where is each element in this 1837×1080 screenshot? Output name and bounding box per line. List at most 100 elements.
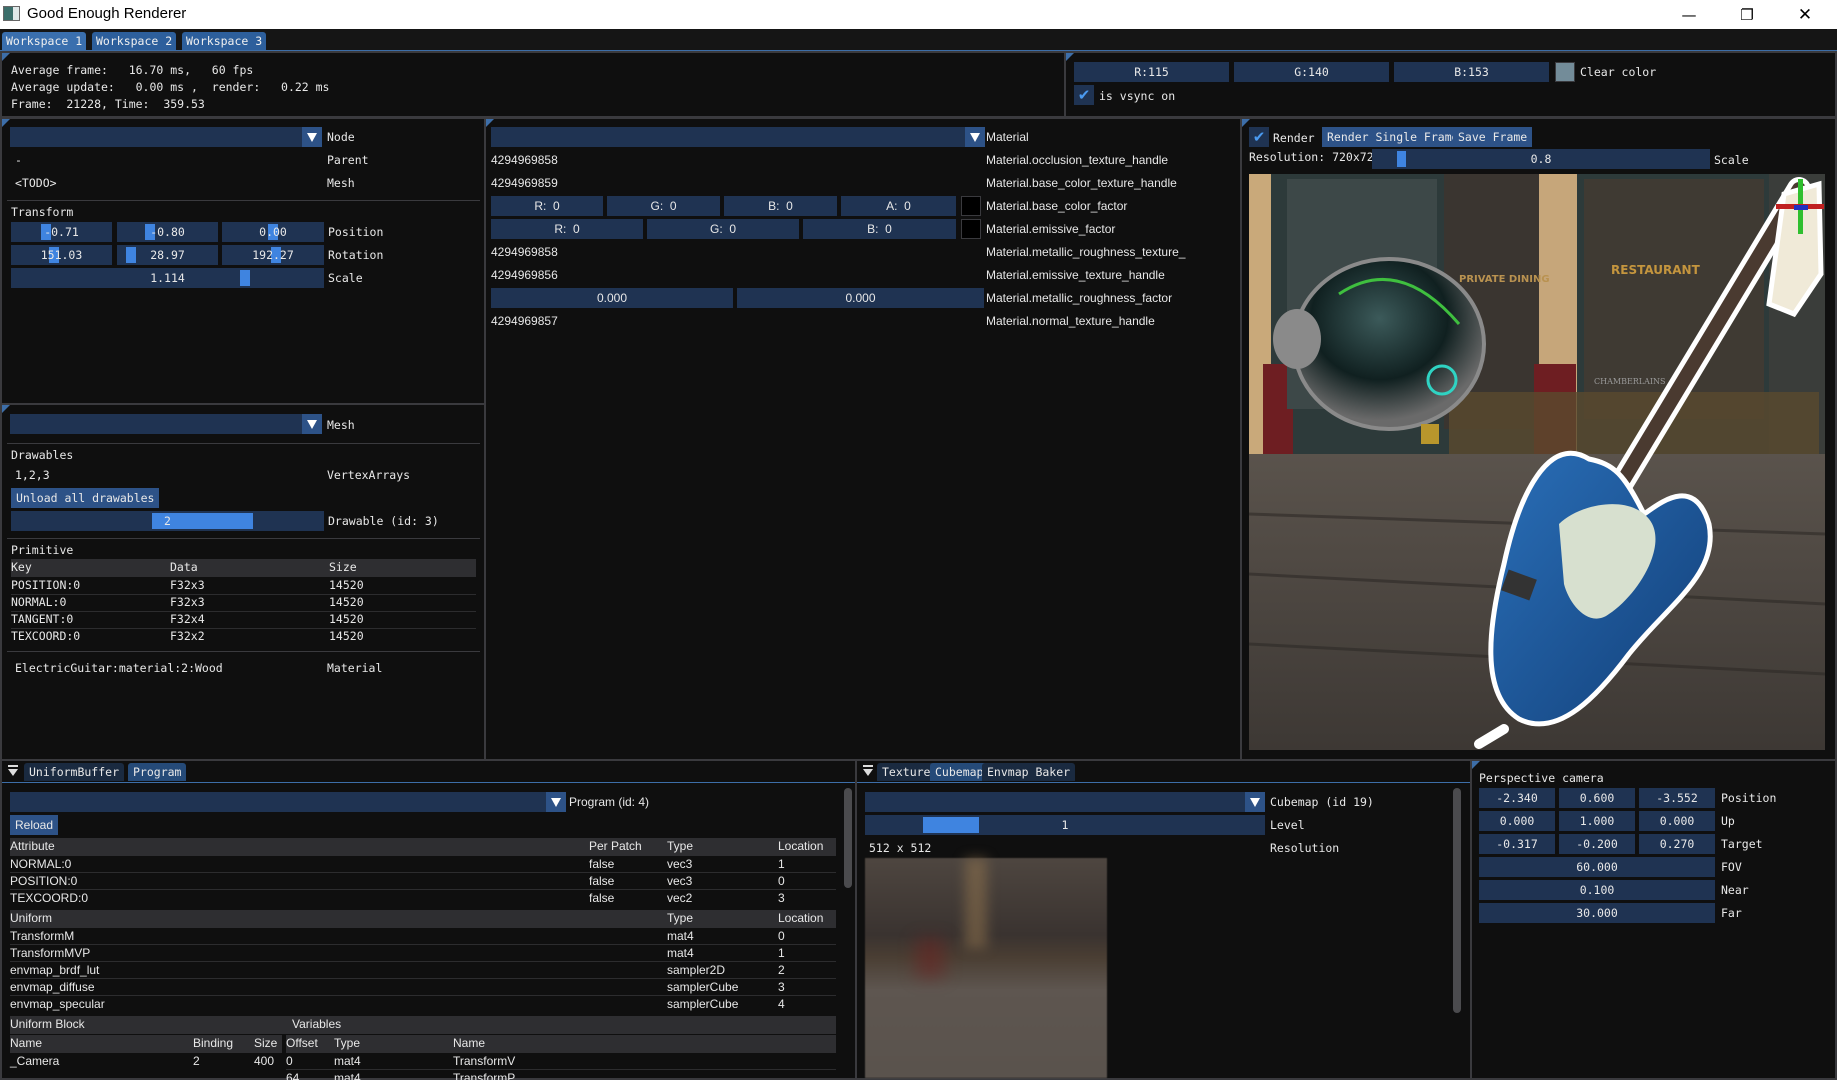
collapse-icon[interactable] — [8, 765, 18, 777]
node-panel: ElectricGuitar:node:0:Fender Strat Plus … — [0, 117, 486, 405]
cell-size: 14520 — [329, 578, 364, 592]
chevron-down-icon[interactable] — [1245, 792, 1265, 812]
chevron-down-icon[interactable] — [302, 127, 322, 147]
camera-target-z[interactable]: 0.270 — [1639, 834, 1715, 854]
slider-grab[interactable] — [240, 270, 250, 286]
node-combo[interactable]: ElectricGuitar:node:0:Fender Strat Plus — [10, 127, 322, 147]
rotation-y-field[interactable]: 28.97 — [117, 245, 218, 265]
camera-up-y[interactable]: 1.000 — [1559, 811, 1635, 831]
camera-target-y[interactable]: -0.200 — [1559, 834, 1635, 854]
tab-workspace-3[interactable]: Workspace 3 — [182, 32, 267, 50]
chevron-down-icon[interactable] — [546, 792, 566, 812]
camera-position-z[interactable]: -3.552 — [1639, 788, 1715, 808]
tab-workspace-1[interactable]: Workspace 1 — [2, 32, 87, 50]
camera-far-field[interactable]: 30.000 — [1479, 903, 1715, 923]
render-viewport[interactable]: PRIVATE DINING RESTAURANT CHAMBERLAINS — [1249, 174, 1825, 750]
reload-button[interactable]: Reload — [10, 815, 59, 835]
panel-resize-corner[interactable] — [1242, 119, 1250, 127]
camera-near-field[interactable]: 0.100 — [1479, 880, 1715, 900]
rotation-x-field[interactable]: 151.03 — [11, 245, 112, 265]
cell-type: mat4 — [334, 1071, 361, 1080]
emissive-r-field[interactable]: R: 0 — [491, 219, 643, 239]
render-scale-slider[interactable]: 0.8 — [1372, 149, 1710, 169]
base-color-swatch[interactable] — [961, 196, 981, 216]
camera-position-y[interactable]: 0.600 — [1559, 788, 1635, 808]
base-color-g-field[interactable]: G: 0 — [607, 196, 720, 216]
save-frame-button[interactable]: Save Frame — [1453, 127, 1533, 147]
occlusion-texture-value: 4294969858 — [491, 153, 558, 167]
clear-color-b-field[interactable]: B:153 — [1394, 62, 1549, 82]
panel-resize-corner[interactable] — [2, 405, 10, 413]
material-combo[interactable]: ElectricGuitar:material:0:Body — [491, 127, 985, 147]
preview-highlight — [965, 858, 987, 948]
panel-resize-corner[interactable] — [2, 119, 10, 127]
slider-grab[interactable] — [126, 247, 136, 263]
base-color-a-field[interactable]: A: 0 — [841, 196, 956, 216]
panel-resize-corner[interactable] — [1472, 761, 1480, 769]
column-header: Location — [778, 911, 824, 925]
program-scrollbar[interactable] — [844, 788, 852, 888]
position-x-field[interactable]: -0.71 — [11, 222, 112, 242]
tab-program[interactable]: Program — [128, 763, 187, 781]
camera-panel: Perspective camera -2.340 0.600 -3.552 P… — [1470, 759, 1837, 1080]
close-button[interactable]: ✕ — [1776, 0, 1834, 29]
emissive-color-swatch[interactable] — [961, 219, 981, 239]
base-color-b-field[interactable]: B: 0 — [724, 196, 837, 216]
slider-grab[interactable] — [923, 817, 979, 833]
camera-fov-field[interactable]: 60.000 — [1479, 857, 1715, 877]
position-z-field[interactable]: 0.00 — [222, 222, 324, 242]
panel-resize-corner[interactable] — [2, 53, 10, 61]
cell-binding: 2 — [193, 1054, 200, 1068]
maximize-button[interactable]: ❐ — [1718, 0, 1776, 29]
cubemap-level-slider[interactable]: 1 — [865, 815, 1265, 835]
scale-field[interactable]: 1.114 — [11, 268, 324, 288]
rotation-z-field[interactable]: 192.27 — [222, 245, 324, 265]
cell-location: 2 — [778, 963, 785, 977]
base-color-r-field[interactable]: R: 0 — [491, 196, 603, 216]
cubemap-combo[interactable]: envmap_specular — [865, 792, 1265, 812]
camera-up-x[interactable]: 0.000 — [1479, 811, 1555, 831]
tab-texture[interactable]: Texture — [877, 763, 936, 781]
sign-restaurant: RESTAURANT — [1611, 263, 1701, 277]
table-row: POSITION:0 false vec3 0 — [10, 873, 836, 890]
base-color-texture-value: 4294969859 — [491, 176, 558, 190]
panel-resize-corner[interactable] — [486, 119, 494, 127]
clear-color-r-field[interactable]: R:115 — [1074, 62, 1229, 82]
cell-attribute: NORMAL:0 — [10, 857, 72, 871]
camera-up-z[interactable]: 0.000 — [1639, 811, 1715, 831]
panel-resize-corner[interactable] — [1066, 53, 1074, 61]
program-combo[interactable]: gltf_pbrMetallicRoughness — [10, 792, 566, 812]
position-y-field[interactable]: -0.80 — [117, 222, 218, 242]
roughness-factor-field[interactable]: 0.000 — [737, 288, 984, 308]
chevron-down-icon[interactable] — [965, 127, 985, 147]
render-checkbox[interactable]: ✔ — [1249, 127, 1269, 147]
tab-uniform-buffer[interactable]: UniformBuffer — [24, 763, 125, 781]
minimize-button[interactable]: — — [1660, 0, 1718, 29]
tab-cubemap[interactable]: Cubemap — [930, 763, 989, 781]
unload-all-drawables-button[interactable]: Unload all drawables — [11, 488, 160, 508]
collapse-icon[interactable] — [863, 765, 873, 777]
cell-uniform: envmap_specular — [10, 997, 105, 1011]
drawable-slider[interactable]: 2 — [11, 511, 324, 531]
cell-type: mat4 — [667, 929, 694, 943]
normal-texture-value: 4294969857 — [491, 314, 558, 328]
render-single-frame-button[interactable]: Render Single Frame — [1322, 127, 1464, 147]
emissive-b-field[interactable]: B: 0 — [803, 219, 956, 239]
mesh-combo[interactable]: ElectricGuitar:mesh:0:Fender_Body_0 — [10, 414, 322, 434]
tab-envmap-baker[interactable]: Envmap Baker — [982, 763, 1076, 781]
emissive-g-field[interactable]: G: 0 — [647, 219, 799, 239]
cubemap-preview-image — [865, 858, 1107, 1078]
metallic-factor-field[interactable]: 0.000 — [491, 288, 733, 308]
clear-color-swatch[interactable] — [1555, 62, 1575, 82]
cubemap-scrollbar[interactable] — [1453, 788, 1461, 1013]
vsync-checkbox[interactable]: ✔ — [1074, 85, 1094, 105]
tab-workspace-2[interactable]: Workspace 2 — [92, 32, 177, 50]
camera-target-x[interactable]: -0.317 — [1479, 834, 1555, 854]
slider-grab[interactable] — [1397, 151, 1406, 167]
column-header: Per Patch — [589, 839, 642, 853]
variable-columns-header: Offset Type Name — [286, 1035, 836, 1053]
camera-position-x[interactable]: -2.340 — [1479, 788, 1555, 808]
clear-color-g-field[interactable]: G:140 — [1234, 62, 1389, 82]
level-label: Level — [1270, 818, 1305, 832]
chevron-down-icon[interactable] — [302, 414, 322, 434]
